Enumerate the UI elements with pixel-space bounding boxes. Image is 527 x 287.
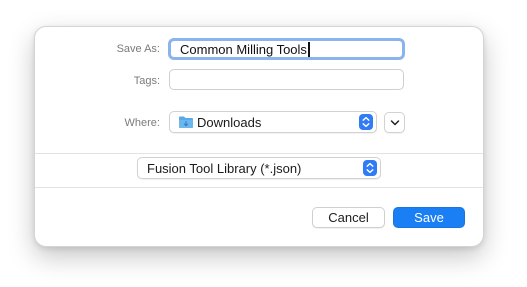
expand-button[interactable] xyxy=(384,112,405,133)
up-down-chevron-icon xyxy=(363,160,377,176)
save-as-field[interactable]: Common Milling Tools xyxy=(168,38,405,60)
cancel-button[interactable]: Cancel xyxy=(312,207,385,228)
divider-top xyxy=(35,153,483,154)
save-dialog: Save As: Common Milling Tools Tags: Wher… xyxy=(34,26,484,247)
folder-icon xyxy=(178,115,194,134)
format-value: Fusion Tool Library (*.json) xyxy=(147,161,302,176)
tags-label: Tags: xyxy=(133,75,160,87)
divider-bottom xyxy=(35,187,483,188)
where-value: Downloads xyxy=(197,115,262,130)
format-popup[interactable]: Fusion Tool Library (*.json) xyxy=(137,157,381,179)
where-label: Where: xyxy=(124,117,160,129)
save-as-label: Save As: xyxy=(116,43,160,55)
tags-field[interactable] xyxy=(169,69,404,90)
save-as-value: Common Milling Tools xyxy=(180,41,310,58)
up-down-chevron-icon xyxy=(359,114,373,130)
text-caret xyxy=(307,42,310,57)
where-popup[interactable]: Downloads xyxy=(169,111,377,133)
save-button[interactable]: Save xyxy=(393,207,465,228)
